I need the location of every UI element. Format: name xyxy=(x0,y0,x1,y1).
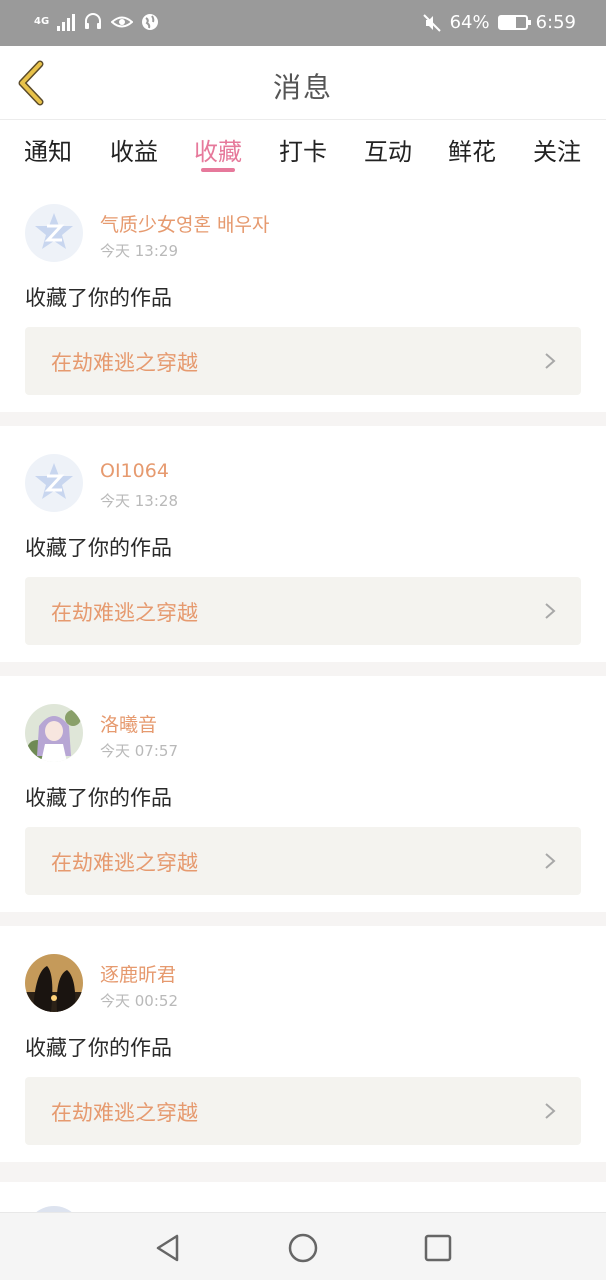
default-avatar-icon xyxy=(35,463,73,499)
silhouette-avatar[interactable] xyxy=(25,954,83,1012)
app-header: 消息 xyxy=(0,46,606,120)
username[interactable]: 洛曦音 xyxy=(100,710,157,737)
signal-icon xyxy=(57,13,76,31)
anime-girl-avatar-image xyxy=(25,704,83,762)
username[interactable]: 气质少女영혼 배우자 xyxy=(100,210,269,237)
tab-interactions[interactable]: 互动 xyxy=(353,132,423,167)
timestamp: 今天 13:28 xyxy=(100,492,178,510)
chevron-right-icon xyxy=(545,353,556,369)
list-item: 洛曦音 今天 07:57 收藏了你的作品 在劫难逃之穿越 xyxy=(0,676,606,912)
list-item: 气质少女영혼 배우자 今天 13:29 收藏了你的作品 在劫难逃之穿越 xyxy=(0,176,606,412)
work-link[interactable]: 在劫难逃之穿越 xyxy=(25,827,581,895)
tab-favorites[interactable]: 收藏 xyxy=(183,132,253,167)
battery-level xyxy=(499,17,517,28)
headset-icon xyxy=(85,13,102,29)
work-title: 在劫难逃之穿越 xyxy=(51,1101,198,1125)
active-tab-indicator xyxy=(201,168,235,172)
username[interactable]: 逐鹿昕君 xyxy=(100,960,176,987)
tab-bar: 通知 收益 收藏 打卡 互动 鲜花 关注 xyxy=(0,120,606,176)
timestamp: 今天 13:29 xyxy=(100,242,178,260)
timestamp: 今天 00:52 xyxy=(100,992,178,1010)
clock: 6:59 xyxy=(535,12,576,33)
system-nav-bar xyxy=(0,1212,606,1280)
list-item: OI1064 今天 13:28 收藏了你的作品 在劫难逃之穿越 xyxy=(0,426,606,662)
work-title: 在劫难逃之穿越 xyxy=(51,851,198,875)
action-text: 收藏了你的作品 xyxy=(25,1036,172,1060)
work-title: 在劫难逃之穿越 xyxy=(51,351,198,375)
chevron-right-icon xyxy=(545,603,556,619)
work-link[interactable]: 在劫难逃之穿越 xyxy=(25,577,581,645)
mute-icon xyxy=(422,13,441,32)
status-bar: 4G 64% 6:59 xyxy=(0,0,606,46)
default-avatar[interactable] xyxy=(25,204,83,262)
silhouette-avatar-image xyxy=(25,954,83,1012)
status-left: 4G xyxy=(34,12,159,32)
work-link[interactable]: 在劫难逃之穿越 xyxy=(25,1077,581,1145)
nav-recents-icon[interactable] xyxy=(421,1231,455,1265)
nav-home-icon[interactable] xyxy=(286,1231,320,1265)
list-item: 逐鹿昕君 今天 00:52 收藏了你的作品 在劫难逃之穿越 xyxy=(0,926,606,1162)
network-type: 4G xyxy=(34,16,50,27)
battery-percent: 64% xyxy=(449,12,490,33)
action-text: 收藏了你的作品 xyxy=(25,286,172,310)
page-title: 消息 xyxy=(272,71,333,104)
tab-following[interactable]: 关注 xyxy=(522,132,592,167)
timestamp: 今天 07:57 xyxy=(100,742,178,760)
work-link[interactable]: 在劫难逃之穿越 xyxy=(25,327,581,395)
username[interactable]: OI1064 xyxy=(100,460,169,482)
work-title: 在劫难逃之穿越 xyxy=(51,601,198,625)
battery-icon xyxy=(497,15,531,30)
anime-girl-avatar[interactable] xyxy=(25,704,83,762)
globe-icon xyxy=(142,14,159,30)
default-avatar-icon xyxy=(35,213,73,249)
tab-checkin[interactable]: 打卡 xyxy=(268,132,338,167)
tab-flowers[interactable]: 鲜花 xyxy=(437,132,507,167)
action-text: 收藏了你的作品 xyxy=(25,786,172,810)
status-right: 64% 6:59 xyxy=(422,12,576,33)
chevron-right-icon xyxy=(545,853,556,869)
default-avatar[interactable] xyxy=(25,454,83,512)
nav-back-icon[interactable] xyxy=(151,1231,185,1265)
eye-icon xyxy=(111,16,134,28)
tab-notifications[interactable]: 通知 xyxy=(13,132,83,167)
tab-earnings[interactable]: 收益 xyxy=(99,132,169,167)
chevron-right-icon xyxy=(545,1103,556,1119)
action-text: 收藏了你的作品 xyxy=(25,536,172,560)
message-list: 气质少女영혼 배우자 今天 13:29 收藏了你的作品 在劫难逃之穿越 OI10… xyxy=(0,176,606,1176)
